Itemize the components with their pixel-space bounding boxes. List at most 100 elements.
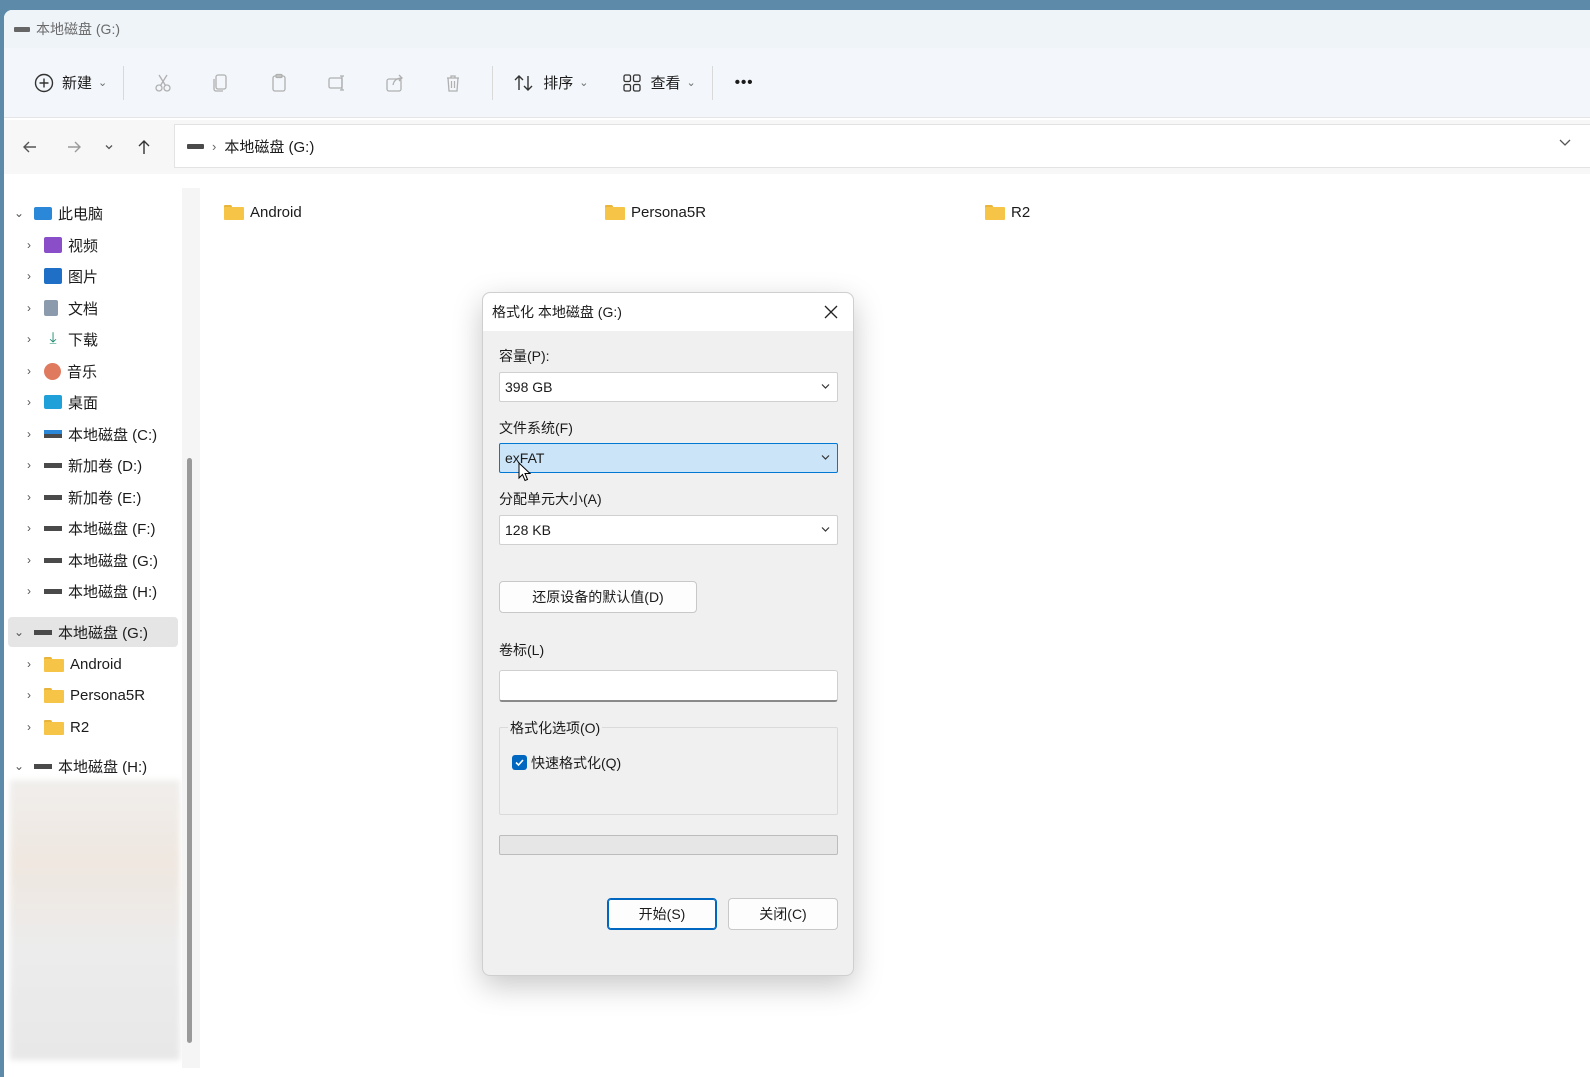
tree-item-this-pc[interactable]: ⌄ 此电脑 [12,198,190,228]
chevron-right-icon[interactable]: › [22,657,36,671]
chevron-down-icon[interactable]: ⌄ [12,625,26,639]
tree-item-drive-e[interactable]: › 新加卷 (E:) [22,482,200,512]
sort-button[interactable]: 排序 ⌄ [507,63,594,103]
breadcrumb-separator-icon: › [212,138,217,154]
trash-icon [447,74,460,92]
arrow-left-icon [23,141,36,153]
tree-item-label: 本地磁盘 (H:) [68,583,158,601]
chevron-right-icon[interactable]: › [22,301,36,315]
tree-item-drive-c[interactable]: › 本地磁盘 (C:) [22,419,200,449]
folder-name: Android [250,204,302,221]
folder-icon [224,205,244,220]
capacity-select[interactable]: 398 GB [499,372,838,402]
chevron-right-icon[interactable]: › [22,332,36,346]
tree-item-desktop[interactable]: › 桌面 [22,387,200,417]
new-button[interactable]: 新建 ⌄ [28,63,113,103]
rename-icon [328,74,345,91]
chevron-right-icon[interactable]: › [22,584,36,598]
sidebar-scrollbar[interactable] [182,188,200,1068]
drive-icon [44,557,62,563]
chevron-down-icon: ⌄ [579,77,589,89]
folder-item-r2[interactable]: R2 [985,204,1030,221]
quick-format-checkbox[interactable] [512,755,527,770]
tree-item-videos[interactable]: › 视频 [22,230,200,260]
scissors-icon [155,74,171,92]
start-button[interactable]: 开始(S) [607,898,717,930]
up-button[interactable] [124,127,164,167]
tree-item-current-drive[interactable]: ⌄ 本地磁盘 (G:) [8,617,178,647]
tree-item-drive-h[interactable]: › 本地磁盘 (H:) [22,576,200,606]
document-icon [44,300,58,316]
delete-button[interactable] [424,63,482,103]
chevron-down-icon [820,381,831,395]
drive-icon [44,525,62,531]
forward-button[interactable] [54,127,94,167]
tree-item-folder-android[interactable]: › Android [22,649,200,679]
chevron-right-icon[interactable]: › [22,364,36,378]
back-button[interactable] [10,127,50,167]
grid-view-icon [623,73,642,92]
more-icon: ••• [734,74,754,91]
folder-item-android[interactable]: Android [224,204,302,221]
close-icon[interactable] [819,300,843,324]
tree-item-drive-f[interactable]: › 本地磁盘 (F:) [22,513,200,543]
chevron-down-icon [105,145,113,150]
folder-icon [44,719,64,735]
cut-button[interactable] [134,63,192,103]
chevron-right-icon[interactable]: › [22,521,36,535]
chevron-right-icon[interactable]: › [22,427,36,441]
drive-icon [44,588,62,594]
scrollbar-thumb[interactable] [187,458,192,1043]
video-icon [44,237,62,253]
chevron-right-icon[interactable]: › [22,458,36,472]
picture-icon [44,268,62,284]
tree-item-drive-d[interactable]: › 新加卷 (D:) [22,450,200,480]
rename-button[interactable] [308,63,366,103]
paste-button[interactable] [250,63,308,103]
tree-item-downloads[interactable]: › ⤓ 下载 [22,324,200,354]
drive-icon [44,462,62,468]
breadcrumb[interactable]: 本地磁盘 (G:) [224,136,314,157]
share-icon [386,74,404,92]
recent-locations-button[interactable] [94,127,124,167]
tree-item-music[interactable]: › 音乐 [22,356,200,386]
close-button[interactable]: 关闭(C) [728,898,838,930]
address-dropdown-icon[interactable] [1558,135,1572,152]
chevron-right-icon[interactable]: › [22,553,36,567]
tree-item-label: 本地磁盘 (G:) [58,624,148,642]
address-bar[interactable]: › 本地磁盘 (G:) [174,124,1590,168]
more-options-button[interactable]: ••• [729,63,760,103]
filesystem-label: 文件系统(F) [499,420,573,436]
tree-item-pictures[interactable]: › 图片 [22,261,200,291]
filesystem-select[interactable]: exFAT [499,443,838,473]
tree-item-label: 文档 [68,300,99,318]
restore-defaults-button[interactable]: 还原设备的默认值(D) [499,581,697,613]
folder-item-persona5r[interactable]: Persona5R [605,204,706,221]
tree-item-label: 下载 [68,331,99,349]
share-button[interactable] [366,63,424,103]
chevron-right-icon[interactable]: › [22,395,36,409]
tree-item-folder-persona5r[interactable]: › Persona5R [22,680,200,710]
tree-item-other-drive[interactable]: ⌄ 本地磁盘 (H:) [12,751,190,781]
arrow-up-icon [138,140,150,154]
tree-item-folder-r2[interactable]: › R2 [22,712,200,742]
chevron-right-icon[interactable]: › [22,688,36,702]
drive-icon [44,494,62,500]
capacity-label: 容量(P): [499,348,550,364]
copy-button[interactable] [192,63,250,103]
volume-label-input[interactable] [499,670,838,702]
monitor-icon [34,206,52,220]
chevron-down-icon[interactable]: ⌄ [12,206,26,220]
chevron-right-icon[interactable]: › [22,720,36,734]
music-icon [44,362,61,380]
chevron-right-icon[interactable]: › [22,238,36,252]
quick-format-label[interactable]: 快速格式化(Q) [531,753,621,773]
tree-item-documents[interactable]: › 文档 [22,293,200,323]
chevron-down-icon[interactable]: ⌄ [12,759,26,773]
chevron-right-icon[interactable]: › [22,490,36,504]
tree-item-drive-g[interactable]: › 本地磁盘 (G:) [22,545,200,575]
chevron-right-icon[interactable]: › [22,269,36,283]
allocation-unit-select[interactable]: 128 KB [499,515,838,545]
view-button[interactable]: 查看 ⌄ [616,63,701,103]
allocation-unit-value: 128 KB [505,522,551,538]
